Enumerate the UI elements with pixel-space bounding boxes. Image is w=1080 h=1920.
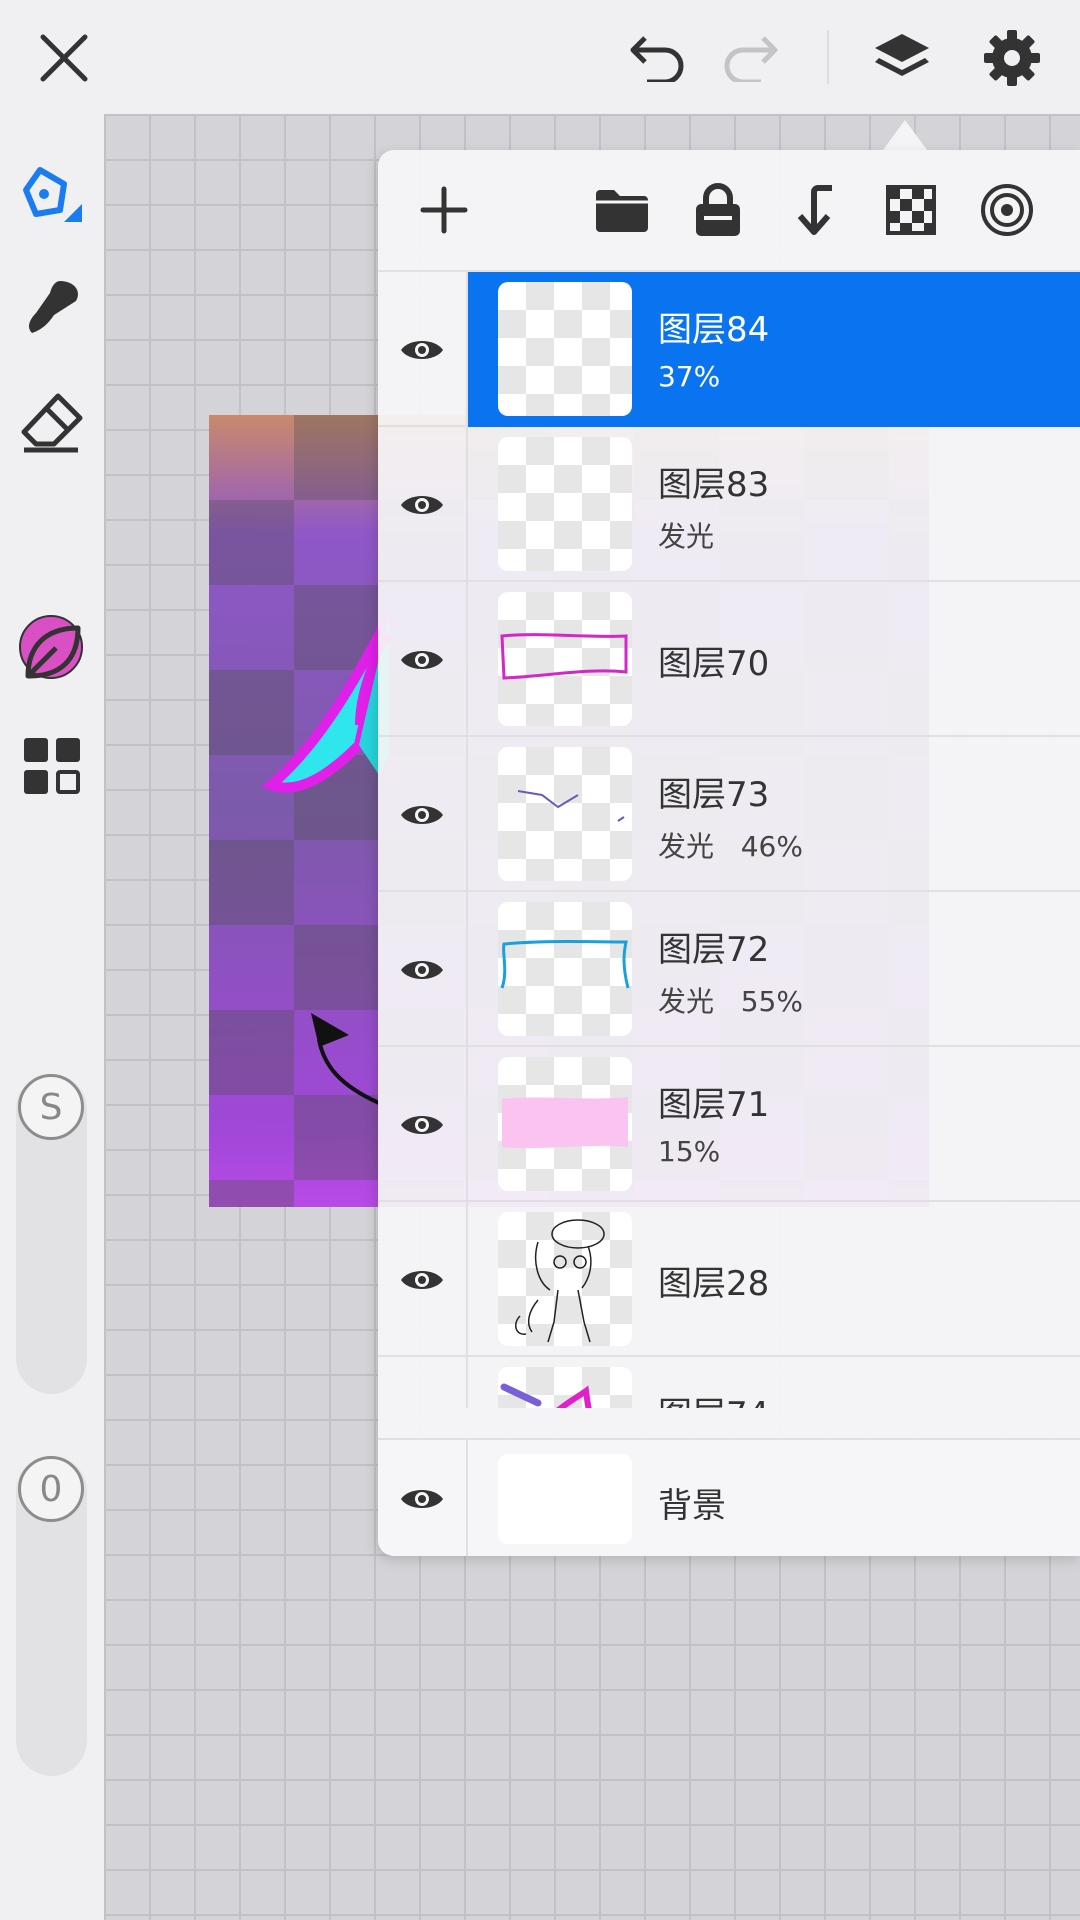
- layer-thumbnail: [498, 902, 632, 1036]
- top-toolbar: [0, 0, 1080, 114]
- undo-icon[interactable]: [618, 20, 694, 96]
- layer-item[interactable]: 图层71 15%: [468, 1047, 1080, 1202]
- opacity-slider-knob[interactable]: 0: [18, 1456, 84, 1522]
- visibility-eye-icon[interactable]: [378, 1202, 468, 1357]
- layer-row[interactable]: 图层73 发光 46%: [378, 737, 1080, 892]
- background-layer-row[interactable]: 背景: [378, 1438, 1080, 1556]
- eraser-icon[interactable]: [14, 384, 90, 460]
- layer-item[interactable]: 图层70: [468, 582, 1080, 737]
- layers-panel: 图层84 37% 图层83 发光 图层70 图层73 发光 46% 图层72 发…: [378, 150, 1080, 1556]
- layers-panel-caret: [883, 120, 927, 150]
- layer-info: 发光 46%: [658, 830, 803, 863]
- close-icon[interactable]: [26, 20, 102, 96]
- layer-name: 图层84: [658, 310, 770, 350]
- folder-icon[interactable]: [586, 174, 658, 246]
- lock-icon[interactable]: [682, 174, 754, 246]
- target-icon[interactable]: [971, 174, 1043, 246]
- layer-info: 发光: [658, 520, 715, 553]
- layer-row[interactable]: 图层84 37%: [378, 272, 1080, 427]
- layer-item[interactable]: 图层72 发光 55%: [468, 892, 1080, 1047]
- layer-info: 发光 55%: [658, 985, 803, 1018]
- layers-panel-toolbar: [378, 150, 1080, 272]
- layer-name: 图层71: [658, 1085, 770, 1125]
- layer-name: 图层72: [658, 930, 770, 970]
- visibility-eye-icon[interactable]: [378, 1047, 468, 1202]
- layer-name: 图层74: [658, 1387, 769, 1408]
- grid-icon[interactable]: [14, 728, 90, 804]
- pen-icon[interactable]: [14, 154, 90, 230]
- layer-info: 37%: [658, 360, 721, 393]
- layer-item[interactable]: 图层73 发光 46%: [468, 737, 1080, 892]
- size-slider-knob[interactable]: S: [18, 1074, 84, 1140]
- layer-row[interactable]: 图层70: [378, 582, 1080, 737]
- layer-thumbnail: [498, 282, 632, 416]
- visibility-eye-icon[interactable]: [378, 1357, 468, 1408]
- layer-item[interactable]: 图层74: [468, 1357, 1080, 1408]
- gear-icon[interactable]: [974, 20, 1050, 96]
- visibility-eye-icon[interactable]: [378, 582, 468, 737]
- merge-down-icon[interactable]: [778, 174, 850, 246]
- toolbar-divider: [827, 30, 829, 84]
- layer-item[interactable]: 图层84 37%: [468, 272, 1080, 427]
- visibility-eye-icon[interactable]: [378, 272, 468, 427]
- layer-thumbnail: [498, 592, 632, 726]
- layer-row[interactable]: 图层71 15%: [378, 1047, 1080, 1202]
- redo-icon[interactable]: [714, 20, 790, 96]
- layer-row[interactable]: 图层83 发光: [378, 427, 1080, 582]
- left-toolbar: S 0: [0, 114, 104, 1920]
- layer-thumbnail: [498, 1367, 632, 1408]
- layer-row[interactable]: 图层74: [378, 1357, 1080, 1408]
- layer-item[interactable]: 图层28: [468, 1202, 1080, 1357]
- visibility-eye-icon[interactable]: [378, 737, 468, 892]
- layer-thumbnail: [498, 1057, 632, 1191]
- layer-name: 图层70: [658, 644, 770, 684]
- layer-thumbnail: [498, 437, 632, 571]
- layer-thumbnail: [498, 747, 632, 881]
- layer-row[interactable]: 图层28: [378, 1202, 1080, 1357]
- layer-info: 15%: [658, 1135, 721, 1168]
- layer-list: 图层84 37% 图层83 发光 图层70 图层73 发光 46% 图层72 发…: [378, 272, 1080, 1408]
- layers-icon[interactable]: [864, 20, 940, 96]
- layer-name: 图层83: [658, 465, 770, 505]
- visibility-eye-icon[interactable]: [378, 1440, 468, 1556]
- leaf-icon[interactable]: [14, 614, 90, 690]
- smudge-icon[interactable]: [14, 269, 90, 345]
- visibility-eye-icon[interactable]: [378, 892, 468, 1047]
- background-layer-name: 背景: [658, 1486, 726, 1526]
- layer-item[interactable]: 图层83 发光: [468, 427, 1080, 582]
- background-thumbnail: [498, 1454, 632, 1544]
- layer-name: 图层28: [658, 1264, 770, 1304]
- layer-thumbnail: [498, 1212, 632, 1346]
- layer-name: 图层73: [658, 775, 770, 815]
- transparency-icon[interactable]: [875, 174, 947, 246]
- visibility-eye-icon[interactable]: [378, 427, 468, 582]
- add-icon[interactable]: [408, 174, 480, 246]
- layer-row[interactable]: 图层72 发光 55%: [378, 892, 1080, 1047]
